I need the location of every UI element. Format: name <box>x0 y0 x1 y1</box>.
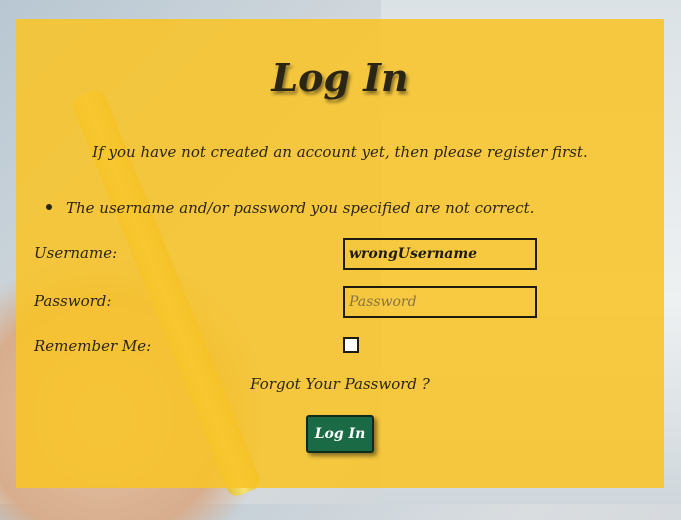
username-label: Username: <box>34 244 118 262</box>
error-message: The username and/or password you specifi… <box>46 199 534 217</box>
password-label: Password: <box>34 292 112 310</box>
bullet-icon <box>46 204 52 210</box>
remember-me-label: Remember Me: <box>34 337 152 355</box>
remember-me-checkbox[interactable] <box>343 337 359 353</box>
page-title: Log In <box>271 55 409 100</box>
forgot-password-link[interactable]: Forgot Your Password ? <box>16 375 664 393</box>
username-input[interactable] <box>343 238 537 270</box>
password-input[interactable] <box>343 286 537 318</box>
error-text: The username and/or password you specifi… <box>66 199 535 217</box>
register-hint: If you have not created an account yet, … <box>92 143 588 161</box>
login-button[interactable]: Log In <box>306 415 374 453</box>
login-panel: Log In If you have not created an accoun… <box>16 19 664 488</box>
